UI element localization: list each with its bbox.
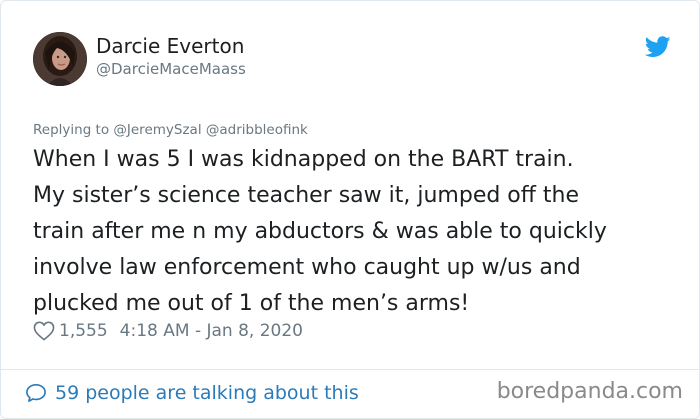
tweet-meta: 1,555 4:18 AM - Jan 8, 2020 <box>33 318 303 344</box>
watermark-logo: boredpanda.com <box>496 379 683 404</box>
avatar-photo-icon <box>33 32 87 86</box>
tweet-timestamp[interactable]: 4:18 AM - Jan 8, 2020 <box>120 321 303 341</box>
divider <box>1 369 699 370</box>
heart-icon[interactable] <box>33 321 55 341</box>
author-handle[interactable]: @DarcieMaceMaass <box>96 60 246 78</box>
speech-bubble-icon <box>26 384 46 402</box>
replying-to-text: Replying to @JeremySzal @adribbleofink <box>33 122 308 138</box>
twitter-bird-icon[interactable] <box>645 36 671 58</box>
author-display-name[interactable]: Darcie Everton <box>96 34 244 58</box>
tweet-text: When I was 5 I was kidnapped on the BART… <box>33 147 607 316</box>
like-count[interactable]: 1,555 <box>59 321 108 341</box>
avatar[interactable] <box>33 32 87 86</box>
talking-about-text[interactable]: 59 people are talking about this <box>55 382 359 404</box>
talking-about-link[interactable]: 59 people are talking about this <box>25 382 359 404</box>
tweet-card: Darcie Everton @DarcieMaceMaass Replying… <box>0 0 700 419</box>
tweet-header: Darcie Everton @DarcieMaceMaass <box>33 32 673 88</box>
